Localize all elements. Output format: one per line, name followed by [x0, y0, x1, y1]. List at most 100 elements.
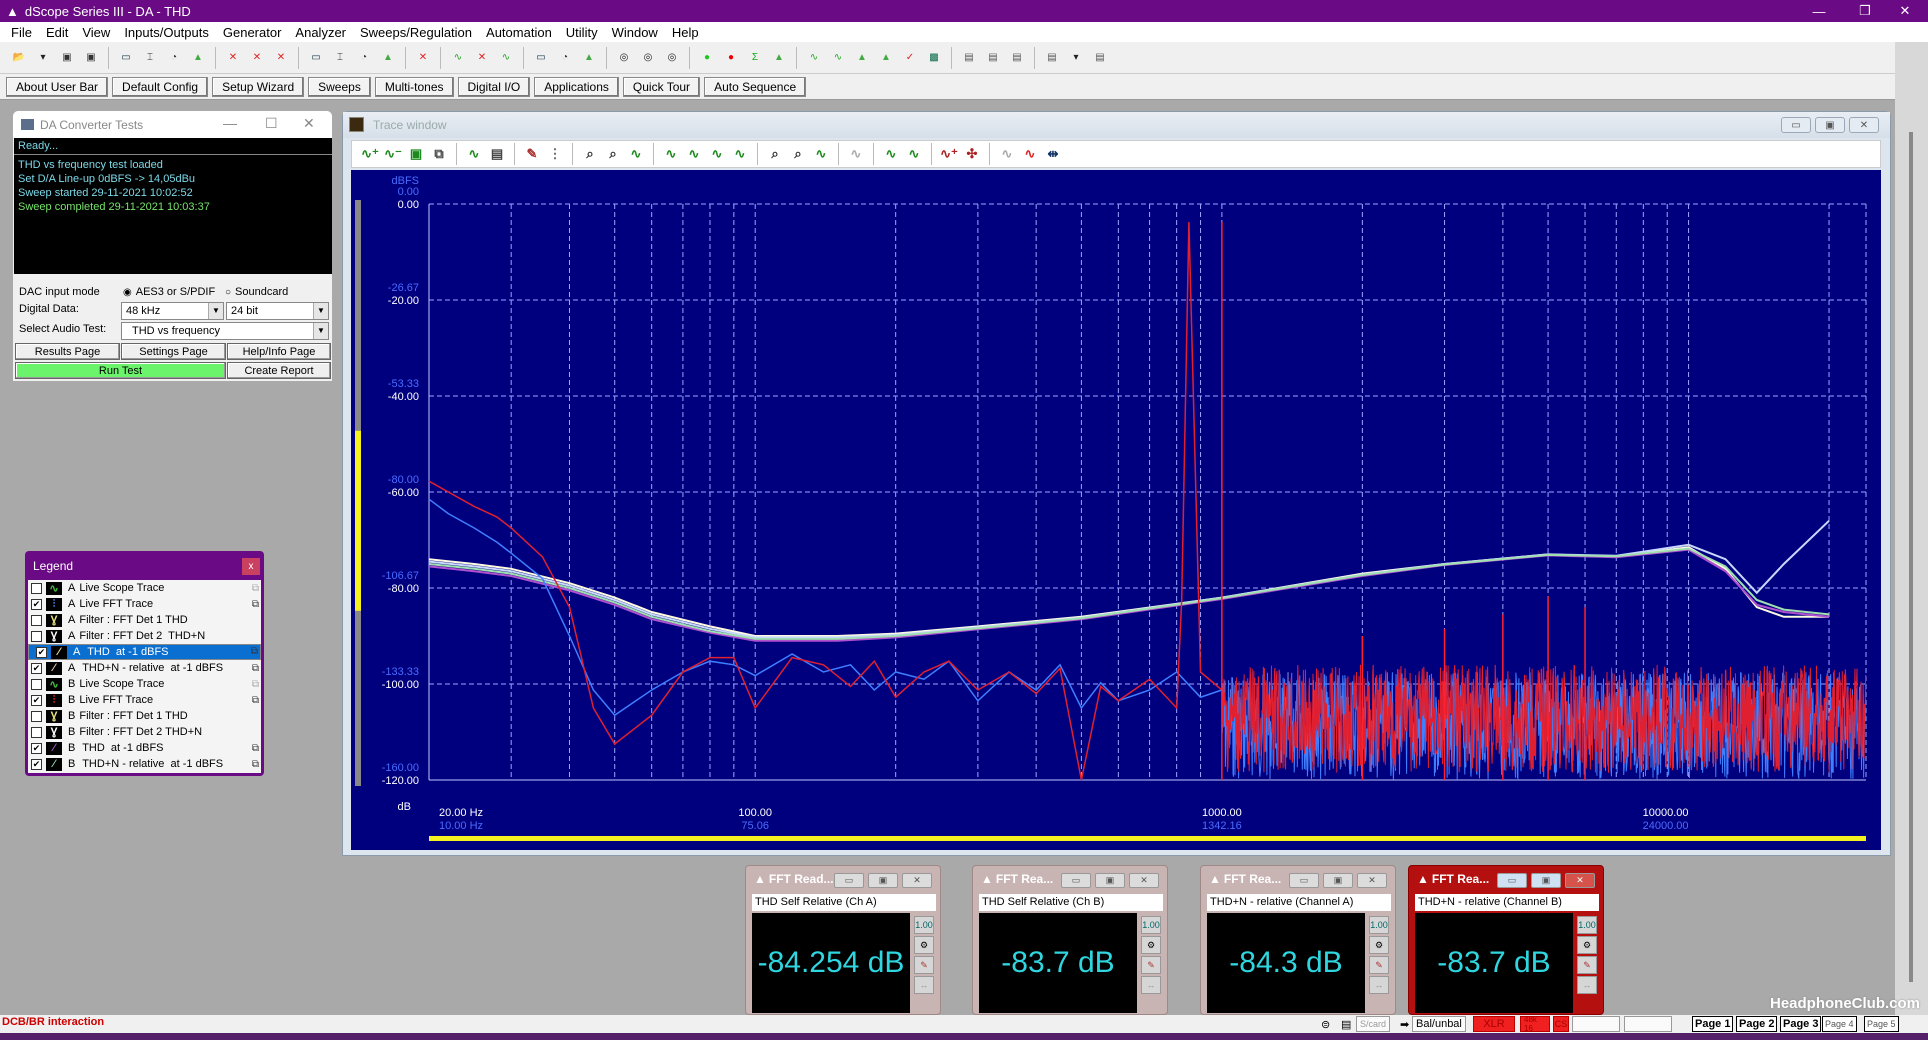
- legend-checkbox[interactable]: [31, 630, 42, 642]
- fft-minimize-button[interactable]: ▭: [1289, 873, 1319, 888]
- save-as-icon[interactable]: ▣: [80, 47, 102, 69]
- help-info-page-button[interactable]: Help/Info Page: [227, 343, 331, 360]
- zoom-in-x-icon[interactable]: ⌕: [580, 144, 600, 164]
- analyzer-level-in-icon[interactable]: ▭: [305, 47, 327, 69]
- fft-close-button[interactable]: ✕: [1565, 873, 1595, 888]
- scroll-right-icon[interactable]: ∿: [730, 144, 750, 164]
- page-tab-3[interactable]: Page 3: [1780, 1016, 1822, 1032]
- legend-item[interactable]: ✔ ⁄ A THD+N - relative at -1 dBFS ⧉: [28, 660, 261, 676]
- gen-meter-out-off-icon[interactable]: ✕: [246, 47, 268, 69]
- axis-settings-icon[interactable]: ⇹: [1043, 144, 1063, 164]
- limit-line-icon[interactable]: ∿: [1020, 144, 1040, 164]
- log-edit-icon[interactable]: ✎: [1141, 956, 1161, 974]
- userbar-applications-button[interactable]: Applications: [534, 76, 619, 97]
- da-minimize-button[interactable]: —: [223, 115, 237, 131]
- format-icon[interactable]: 1.00: [1369, 916, 1389, 934]
- analyzer-meter-in-icon[interactable]: ◔: [353, 47, 375, 69]
- analyzer-chart-in-icon[interactable]: ▲: [377, 47, 399, 69]
- settings-page-button[interactable]: Settings Page: [121, 343, 226, 360]
- marker-move-icon[interactable]: ✣: [962, 144, 982, 164]
- right-scrollbar[interactable]: [1895, 42, 1928, 1015]
- spike-box-icon[interactable]: ▲: [875, 47, 897, 69]
- copy-icon[interactable]: ⧉: [251, 644, 258, 660]
- fft-close-button[interactable]: ✕: [1129, 873, 1159, 888]
- ab-select-3-icon[interactable]: ◎: [661, 47, 683, 69]
- analyzer-filter-in-icon[interactable]: ⌶: [329, 47, 351, 69]
- copy-icon[interactable]: ⧉: [252, 583, 259, 594]
- readings-table-icon[interactable]: ⋮: [545, 144, 565, 164]
- sigma-wave-icon[interactable]: Σ: [744, 47, 766, 69]
- save-icon[interactable]: ▣: [56, 47, 78, 69]
- format-icon[interactable]: 1.00: [1141, 916, 1161, 934]
- play-script-icon[interactable]: ▤: [958, 47, 980, 69]
- scroll-thumb[interactable]: [1909, 132, 1913, 982]
- legend-checkbox[interactable]: [31, 710, 42, 722]
- fft-maximize-button[interactable]: ▣: [1095, 873, 1125, 888]
- wave-grey-icon[interactable]: ∿: [495, 47, 517, 69]
- arrows-icon[interactable]: ↔: [1141, 976, 1161, 994]
- userbar-multi-tones-button[interactable]: Multi-tones: [374, 76, 454, 97]
- fft-minimize-button[interactable]: ▭: [834, 873, 864, 888]
- legend-item[interactable]: ∿ A Live Scope Trace ⧉: [28, 580, 261, 596]
- userbar-auto-sequence-button[interactable]: Auto Sequence: [704, 76, 807, 97]
- legend-checkbox[interactable]: [31, 726, 42, 738]
- userbar-default-config-button[interactable]: Default Config: [112, 76, 209, 97]
- copy-icon[interactable]: ⧉: [252, 743, 259, 754]
- stop-red-icon[interactable]: ●: [720, 47, 742, 69]
- legend-item[interactable]: Ɣ B Filter : FFT Det 2 THD+N: [28, 724, 261, 740]
- wave-arrow-icon[interactable]: ∿: [447, 47, 469, 69]
- reference-icon[interactable]: ∿: [811, 144, 831, 164]
- page-tab-1[interactable]: Page 1: [1692, 1016, 1734, 1032]
- report-stop-icon[interactable]: ▤: [1089, 47, 1111, 69]
- script-list-icon[interactable]: ▤: [1006, 47, 1028, 69]
- cursor-grey-icon[interactable]: ∿: [846, 144, 866, 164]
- trace-maximize-button[interactable]: ▣: [1815, 117, 1845, 133]
- wave-cross-icon[interactable]: ✕: [471, 47, 493, 69]
- minimize-button[interactable]: —: [1796, 0, 1842, 22]
- menu-help[interactable]: Help: [665, 25, 706, 40]
- format-icon[interactable]: 1.00: [914, 916, 934, 934]
- gen-level-out-off-icon[interactable]: ✕: [222, 47, 244, 69]
- radio-soundcard[interactable]: ○ Soundcard: [225, 286, 288, 298]
- autoscale-icon[interactable]: ∿: [626, 144, 646, 164]
- legend-item[interactable]: ✔ ⁄ A THD at -1 dBFS ⧉: [28, 644, 261, 660]
- scroll-left-icon[interactable]: ∿: [661, 144, 681, 164]
- add-trace-icon[interactable]: ∿⁺: [360, 144, 380, 164]
- menu-inputs-outputs[interactable]: Inputs/Outputs: [117, 25, 216, 40]
- copy-icon[interactable]: ⧉: [252, 759, 259, 770]
- open-folder-icon[interactable]: 📂: [8, 47, 30, 69]
- fft-close-button[interactable]: ✕: [902, 873, 932, 888]
- arrows-icon[interactable]: ↔: [1577, 976, 1597, 994]
- results-page-button[interactable]: Results Page: [15, 343, 120, 360]
- legend-item[interactable]: Ɣ A Filter : FFT Det 2 THD+N: [28, 628, 261, 644]
- log-edit-icon[interactable]: ✎: [914, 956, 934, 974]
- graph-view-icon[interactable]: ∿: [464, 144, 484, 164]
- wave-box-1-icon[interactable]: ∿: [803, 47, 825, 69]
- dropdown-arrow-icon[interactable]: ▾: [32, 47, 54, 69]
- legend-item[interactable]: ✔ ⁄ B THD at -1 dBFS ⧉: [28, 740, 261, 756]
- pan-left-icon[interactable]: ∿: [684, 144, 704, 164]
- copy-icon[interactable]: ⧉: [429, 144, 449, 164]
- plot-area[interactable]: 0.00 0.00 -20.00 -26.67 -40.00 -53.33 -60.00 -8…: [351, 170, 1881, 850]
- close-button[interactable]: ✕: [1882, 0, 1928, 22]
- ab-select-2-icon[interactable]: ◎: [637, 47, 659, 69]
- ch-chart-icon[interactable]: ▲: [578, 47, 600, 69]
- da-close-button[interactable]: ✕: [303, 115, 315, 132]
- pan-right-icon[interactable]: ∿: [707, 144, 727, 164]
- trace-close-button[interactable]: ✕: [1849, 117, 1879, 133]
- sample-rate-select[interactable]: 48 kHz ▼: [121, 302, 224, 320]
- copy-icon[interactable]: ⧉: [252, 679, 259, 690]
- menu-edit[interactable]: Edit: [39, 25, 75, 40]
- gen-level-out-icon[interactable]: ▭: [115, 47, 137, 69]
- meter-settings-icon[interactable]: ⚙: [1369, 936, 1389, 954]
- spectrum-box-icon[interactable]: ▲: [851, 47, 873, 69]
- run-test-button[interactable]: Run Test: [15, 362, 226, 379]
- menu-file[interactable]: File: [4, 25, 39, 40]
- arrows-icon[interactable]: ↔: [914, 976, 934, 994]
- gen-chart-out-off-icon[interactable]: ✕: [270, 47, 292, 69]
- fft-maximize-button[interactable]: ▣: [1323, 873, 1353, 888]
- trace-minimize-button[interactable]: ▭: [1781, 117, 1811, 133]
- legend-item[interactable]: Ɣ B Filter : FFT Det 1 THD: [28, 708, 261, 724]
- legend-checkbox[interactable]: ✔: [31, 742, 42, 754]
- menu-analyzer[interactable]: Analyzer: [288, 25, 353, 40]
